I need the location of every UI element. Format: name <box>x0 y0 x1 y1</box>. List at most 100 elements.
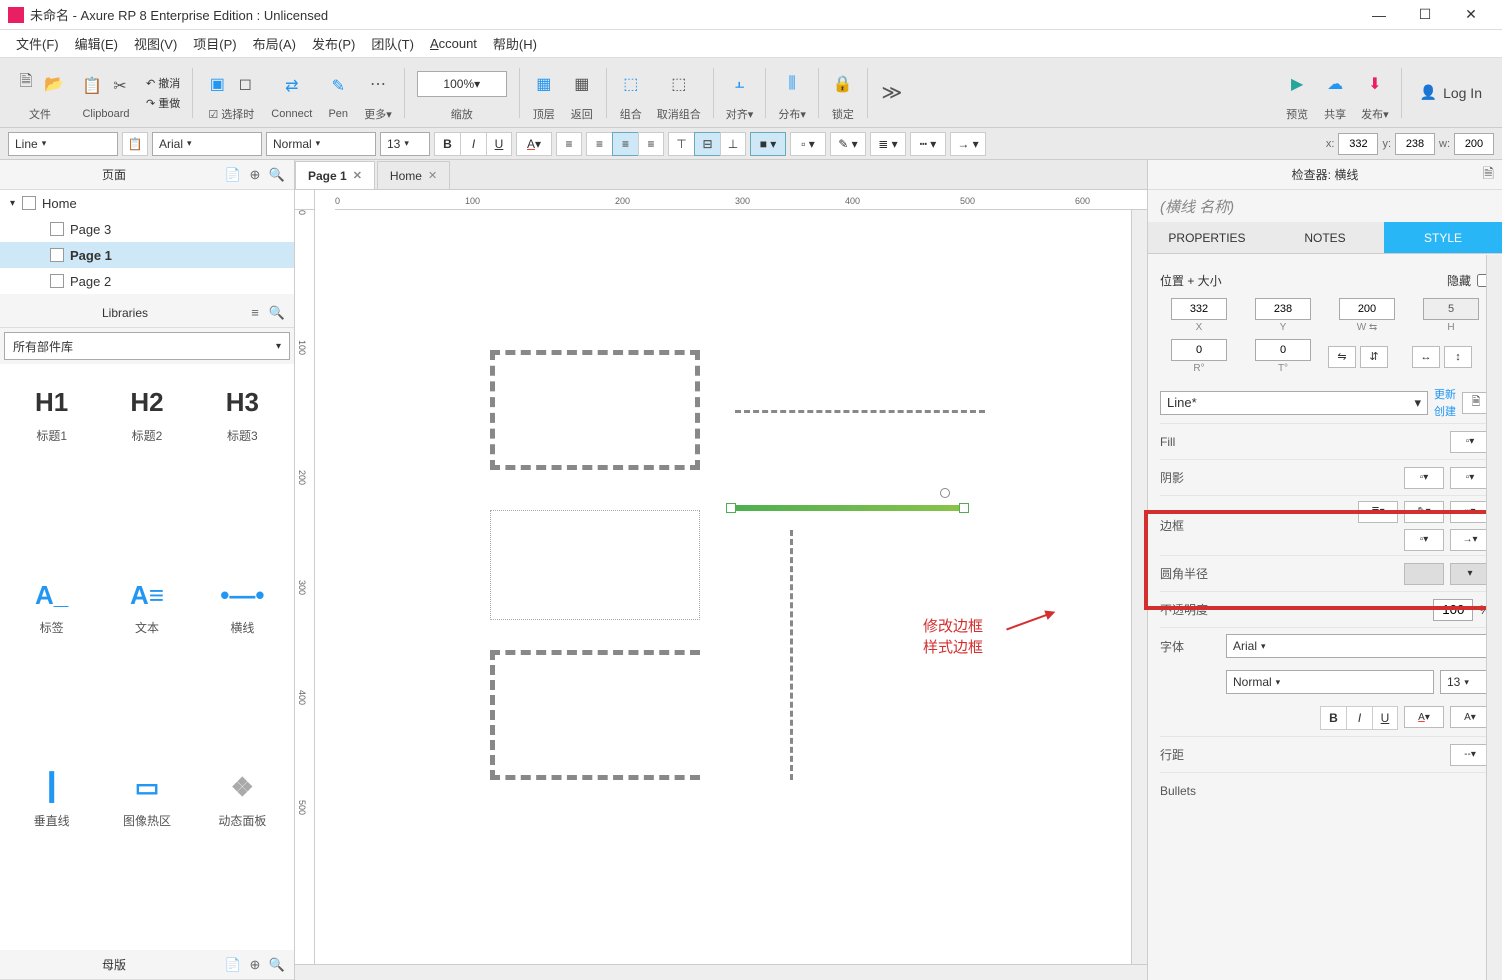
masters-folder-icon[interactable]: 📄 <box>224 956 242 974</box>
flip-v-button[interactable]: ⇵ <box>1360 346 1388 368</box>
tree-page2[interactable]: Page 2 <box>0 268 294 294</box>
cut-icon[interactable]: ✂ <box>108 74 132 98</box>
insp-weight-select[interactable]: Normal▾ <box>1226 670 1434 694</box>
paste-icon[interactable]: 📋 <box>80 74 104 98</box>
style-select[interactable]: Line*▾ <box>1160 391 1428 415</box>
pages-folder-icon[interactable]: 📄 <box>224 166 242 184</box>
fill-color-dd[interactable]: ▫▾ <box>1450 431 1490 453</box>
tab-properties[interactable]: PROPERTIES <box>1148 222 1266 253</box>
pos-y-input[interactable] <box>1255 298 1311 320</box>
inspector-scrollbar[interactable] <box>1486 255 1502 980</box>
paste-style-button[interactable]: 📋 <box>122 132 148 156</box>
inner-shadow-dd[interactable]: ▫▾ <box>1450 467 1490 489</box>
rotation-handle-icon[interactable] <box>940 488 950 498</box>
shape-vline-1[interactable] <box>790 530 793 780</box>
lib-hotspot[interactable]: ▭图像热区 <box>99 753 194 843</box>
align-right-button[interactable]: ≡ <box>638 132 664 156</box>
bold-button[interactable]: B <box>434 132 460 156</box>
valign-middle-button[interactable]: ⊟ <box>694 132 720 156</box>
valign-bottom-button[interactable]: ⊥ <box>720 132 746 156</box>
front-icon[interactable]: ▦ <box>532 72 556 96</box>
connect-icon[interactable]: ⇄ <box>280 74 304 98</box>
notes-icon[interactable]: 🗎 <box>1483 163 1494 187</box>
tab-notes[interactable]: NOTES <box>1266 222 1384 253</box>
fill-color-button[interactable]: ■ ▾ <box>750 132 786 156</box>
select-mode-icon[interactable]: ◻ <box>233 72 257 96</box>
redo-button[interactable]: ↷ 重做 <box>146 95 180 111</box>
masters-search-icon[interactable]: 🔍 <box>268 956 286 974</box>
shape-selected-line[interactable] <box>730 505 965 511</box>
tab-page1[interactable]: Page 1✕ <box>295 161 375 189</box>
tree-page3[interactable]: Page 3 <box>0 216 294 242</box>
distribute-label[interactable]: 分布▾ <box>778 106 806 122</box>
insp-size-select[interactable]: 13▾ <box>1440 670 1490 694</box>
share-icon[interactable]: ☁ <box>1323 72 1347 96</box>
insp-moretype-dd[interactable]: A▾ <box>1450 706 1490 728</box>
text-color-button[interactable]: A ▾ <box>516 132 552 156</box>
line-color-button[interactable]: ✎ ▾ <box>830 132 866 156</box>
inspector-name[interactable]: (横线 名称) <box>1148 190 1502 222</box>
outer-shadow-button[interactable]: ▫ ▾ <box>790 132 826 156</box>
masters-add-icon[interactable]: ⊕ <box>246 956 264 974</box>
pages-search-icon[interactable]: 🔍 <box>268 166 286 184</box>
update-link[interactable]: 更新 <box>1434 386 1456 402</box>
insp-bold-button[interactable]: B <box>1320 706 1346 730</box>
lib-dynamic[interactable]: ❖动态面板 <box>195 753 290 843</box>
w-input[interactable] <box>1454 133 1494 155</box>
insp-textcolor-dd[interactable]: A▾ <box>1404 706 1444 728</box>
minimize-button[interactable]: — <box>1356 0 1402 30</box>
lib-text[interactable]: A≡文本 <box>99 561 194 651</box>
tab-home[interactable]: Home✕ <box>377 161 450 189</box>
pos-r-input[interactable] <box>1171 339 1227 361</box>
lib-h3[interactable]: H3标题3 <box>195 368 290 458</box>
publish-icon[interactable]: ⬇ <box>1363 72 1387 96</box>
size-select[interactable]: 13▾ <box>380 132 430 156</box>
open-icon[interactable]: 📂 <box>42 72 66 96</box>
library-select[interactable]: 所有部件库▾ <box>4 332 290 360</box>
tree-page1[interactable]: Page 1 <box>0 242 294 268</box>
bullets-button[interactable]: ≡ <box>556 132 582 156</box>
menu-team[interactable]: 团队(T) <box>363 30 422 57</box>
shape-dashed-rect-1[interactable] <box>490 350 700 470</box>
shape-select[interactable]: Line▾ <box>8 132 118 156</box>
linespace-dd[interactable]: --▾ <box>1450 744 1490 766</box>
align-left-button[interactable]: ≡ <box>586 132 612 156</box>
weight-select[interactable]: Normal▾ <box>266 132 376 156</box>
menu-project[interactable]: 项目(P) <box>185 30 244 57</box>
align-icon[interactable]: ⫠ <box>728 72 752 96</box>
close-icon[interactable]: ✕ <box>428 169 437 182</box>
zoom-select[interactable]: 100% ▾ <box>417 71 507 97</box>
tab-style[interactable]: STYLE <box>1384 222 1502 253</box>
pos-h-input[interactable] <box>1423 298 1479 320</box>
create-link[interactable]: 创建 <box>1434 403 1456 419</box>
underline-button[interactable]: U <box>486 132 512 156</box>
menu-edit[interactable]: 编辑(E) <box>67 30 126 57</box>
lib-menu-icon[interactable]: ≡ <box>246 304 264 322</box>
font-select[interactable]: Arial▾ <box>152 132 262 156</box>
group-icon[interactable]: ⬚ <box>619 72 643 96</box>
lib-search-icon[interactable]: 🔍 <box>268 304 286 322</box>
select-icon[interactable]: ▣ <box>205 72 229 96</box>
distribute-icon[interactable]: ⫼ <box>780 72 804 96</box>
undo-button[interactable]: ↶ 撤消 <box>146 75 180 91</box>
menu-help[interactable]: 帮助(H) <box>485 30 545 57</box>
login-button[interactable]: 👤 Log In <box>1408 84 1494 101</box>
pen-icon[interactable]: ✎ <box>326 74 350 98</box>
insp-font-select[interactable]: Arial▾ <box>1226 634 1490 658</box>
align-label[interactable]: 对齐▾ <box>726 106 754 122</box>
autosize-h-button[interactable]: ↕ <box>1444 346 1472 368</box>
menu-file[interactable]: 文件(F) <box>8 30 67 57</box>
line-width-button[interactable]: ≣ ▾ <box>870 132 906 156</box>
close-icon[interactable]: ✕ <box>353 169 362 182</box>
pages-add-icon[interactable]: ⊕ <box>246 166 264 184</box>
more-label[interactable]: 更多▾ <box>364 106 392 122</box>
publish-label[interactable]: 发布▾ <box>1361 106 1389 122</box>
valign-top-button[interactable]: ⊤ <box>668 132 694 156</box>
maximize-button[interactable]: ☐ <box>1402 0 1448 30</box>
shape-dotted-rect[interactable] <box>490 510 700 620</box>
new-icon[interactable]: 🗎 <box>14 72 38 96</box>
outer-shadow-dd[interactable]: ▫▾ <box>1404 467 1444 489</box>
arrow-style-button[interactable]: → ▾ <box>950 132 986 156</box>
insp-italic-button[interactable]: I <box>1346 706 1372 730</box>
shape-dash-rect-2[interactable] <box>490 650 700 780</box>
